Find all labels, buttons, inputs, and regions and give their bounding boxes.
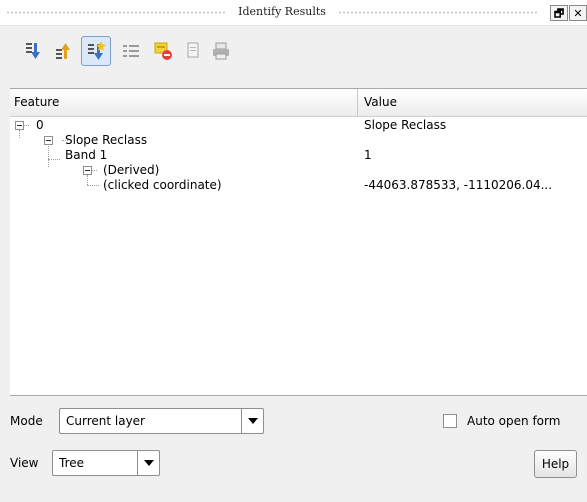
mode-select[interactable]: Current layer — [59, 408, 264, 434]
column-header-feature[interactable]: Feature — [14, 95, 59, 109]
tree-connector — [48, 159, 60, 160]
float-button[interactable]: 🗗 — [550, 5, 568, 21]
print-icon[interactable] — [208, 38, 234, 64]
chevron-down-icon[interactable] — [137, 451, 159, 475]
chevron-down-icon[interactable] — [241, 409, 263, 433]
title-grip — [338, 10, 538, 15]
tree-row-value[interactable]: 1 — [364, 148, 372, 163]
clear-results-icon[interactable] — [150, 38, 176, 64]
auto-open-form-checkbox[interactable] — [443, 414, 457, 428]
expand-all-icon[interactable] — [20, 38, 46, 64]
mode-select-value: Current layer — [66, 414, 145, 428]
collapse-toggle-icon[interactable] — [15, 121, 24, 130]
expand-tree-icon[interactable] — [118, 38, 144, 64]
tree-row-feature[interactable]: (clicked coordinate) — [103, 178, 222, 193]
view-select[interactable]: Tree — [52, 450, 160, 476]
tree-row-feature[interactable]: (Derived) — [103, 163, 159, 178]
tree-connector — [87, 185, 99, 186]
collapse-toggle-icon[interactable] — [44, 136, 53, 145]
view-select-value: Tree — [59, 456, 85, 470]
mode-label: Mode — [10, 414, 43, 428]
tree-row-feature[interactable]: Slope Reclass — [65, 133, 147, 148]
tree-connector — [48, 144, 49, 167]
collapse-toggle-icon[interactable] — [83, 166, 92, 175]
tree-row-value[interactable]: -44063.878533, -1110206.04... — [364, 178, 552, 193]
toolbar — [0, 26, 587, 88]
title-bar: Identify Results 🗗 ✕ — [0, 0, 587, 26]
tree-row-feature[interactable]: 0 — [36, 118, 44, 133]
collapse-all-icon[interactable] — [50, 38, 76, 64]
view-label: View — [10, 456, 39, 470]
tree-row-value[interactable]: Slope Reclass — [364, 118, 446, 133]
tree-connector — [19, 130, 20, 138]
window-title: Identify Results — [238, 5, 326, 18]
table-header: Feature Value — [10, 89, 587, 117]
column-header-value[interactable]: Value — [364, 95, 397, 109]
results-tree[interactable]: Feature Value 0 Slope Reclass Slope Recl… — [10, 88, 587, 396]
column-divider[interactable] — [357, 89, 358, 117]
tree-row-feature[interactable]: Band 1 — [65, 148, 107, 163]
title-grip — [6, 10, 226, 15]
tree-connector — [87, 175, 88, 185]
copy-icon[interactable] — [180, 38, 206, 64]
help-button[interactable]: Help — [534, 450, 577, 478]
close-button[interactable]: ✕ — [569, 5, 587, 21]
auto-open-form-label[interactable]: Auto open form — [467, 414, 560, 428]
expand-new-results-icon[interactable] — [81, 36, 111, 66]
